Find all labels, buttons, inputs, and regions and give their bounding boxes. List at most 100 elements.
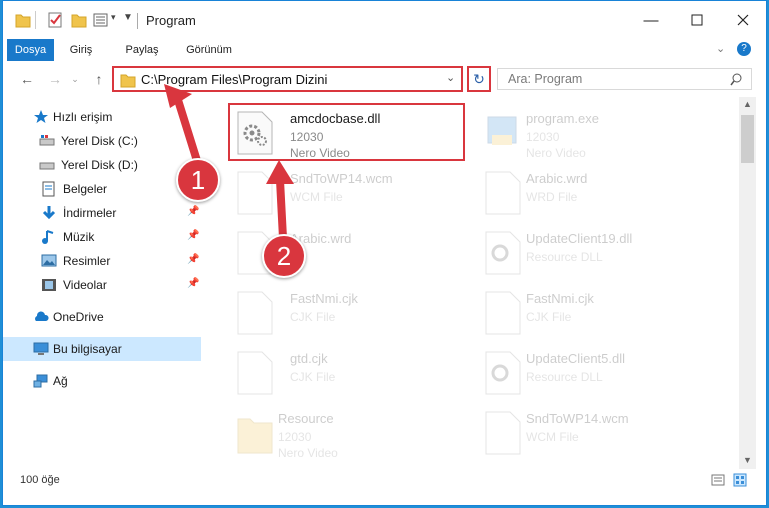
sidebar-item-local-disk-d[interactable]: Yerel Disk (D:): [3, 153, 201, 177]
pin-icon[interactable]: 📌: [187, 278, 199, 289]
scroll-thumb[interactable]: [741, 115, 754, 163]
tab-share[interactable]: Paylaş: [118, 39, 166, 61]
search-icon: [730, 73, 742, 86]
file-item-fastnmi-cjk[interactable]: FastNmi.cjk CJK File: [228, 283, 463, 343]
file-item-fastnmi-cjk-2[interactable]: FastNmi.cjk CJK File: [476, 283, 711, 343]
sidebar-item-label: OneDrive: [53, 310, 104, 324]
pin-icon[interactable]: 📌: [187, 254, 199, 265]
vertical-scrollbar[interactable]: ▲ ▼: [739, 97, 756, 469]
close-icon: [737, 14, 749, 26]
sidebar-item-quick-access[interactable]: Hızlı erişim: [3, 105, 201, 129]
details-view-icon[interactable]: [711, 473, 725, 487]
item-count: 100 öğe: [20, 474, 60, 486]
star-icon: [34, 110, 48, 123]
navigation-bar: ← → ⌄ ↑ C:\Program Files\Program Dizini …: [3, 63, 766, 95]
file-item-sndtowp14[interactable]: SndToWP14.wcm WCM File: [228, 163, 463, 223]
file-name: program.exe: [526, 111, 599, 126]
network-icon: [33, 374, 48, 388]
dll-gear-icon: [485, 231, 521, 275]
explorer-window: ▾ ▼ Program — Dosya Giriş Paylaş Görünüm…: [2, 0, 767, 506]
sidebar-item-onedrive[interactable]: OneDrive: [3, 305, 201, 329]
pictures-icon: [41, 254, 57, 267]
view-options-icon[interactable]: [93, 11, 109, 29]
large-icons-view-icon[interactable]: [733, 473, 747, 487]
file-item-resource-folder[interactable]: Resource 12030 Nero Video: [228, 403, 463, 459]
folder-icon: [120, 74, 136, 88]
file-icon: [237, 351, 273, 395]
help-icon[interactable]: ?: [737, 42, 751, 56]
music-icon: [42, 230, 54, 244]
search-input[interactable]: Ara: Program: [497, 68, 752, 90]
minimize-button[interactable]: —: [628, 1, 674, 39]
new-folder-icon[interactable]: [71, 11, 87, 29]
arrow-right-icon: →: [48, 71, 62, 87]
sidebar-item-pictures[interactable]: Resimler 📌: [3, 249, 201, 273]
tab-file[interactable]: Dosya: [7, 39, 54, 61]
computer-icon: [33, 342, 49, 355]
file-item-gtd-cjk[interactable]: gtd.cjk CJK File: [228, 343, 463, 403]
address-dropdown-icon[interactable]: ⌄: [446, 71, 455, 84]
sidebar-item-label: Bu bilgisayar: [53, 342, 122, 356]
step-1-badge: 1: [176, 158, 220, 202]
sidebar-item-label: Ağ: [53, 374, 68, 388]
file-detail: Nero Video: [278, 446, 338, 459]
address-bar[interactable]: C:\Program Files\Program Dizini ⌄: [112, 66, 463, 92]
sidebar-item-label: İndirmeler: [63, 206, 117, 220]
file-detail: WRD File: [526, 190, 578, 204]
scroll-down-icon[interactable]: ▼: [743, 455, 752, 465]
properties-icon[interactable]: [47, 11, 63, 29]
sidebar-item-network[interactable]: Ağ: [3, 369, 201, 393]
file-item-program-exe[interactable]: program.exe 12030 Nero Video: [476, 103, 711, 163]
file-name: SndToWP14.wcm: [526, 411, 629, 426]
recent-locations-button[interactable]: ⌄: [65, 69, 85, 89]
sidebar-item-videos[interactable]: Videolar 📌: [3, 273, 201, 297]
sidebar-item-label: Resimler: [63, 254, 111, 268]
sidebar-item-documents[interactable]: Belgeler: [3, 177, 201, 201]
file-icon: [485, 411, 521, 455]
sidebar-item-this-pc[interactable]: Bu bilgisayar: [3, 337, 201, 361]
videos-icon: [42, 279, 56, 291]
tab-view[interactable]: Görünüm: [180, 39, 238, 61]
file-detail: CJK File: [290, 370, 336, 384]
sidebar-item-local-disk-c[interactable]: Yerel Disk (C:): [3, 129, 201, 153]
file-detail: CJK File: [526, 310, 572, 324]
refresh-button[interactable]: ↻: [467, 66, 491, 92]
file-item-updateclient5[interactable]: UpdateClient5.dll Resource DLL: [476, 343, 711, 403]
expand-ribbon-icon[interactable]: ⌄: [716, 42, 725, 55]
pin-icon[interactable]: 📌: [187, 230, 199, 241]
file-item-updateclient19[interactable]: UpdateClient19.dll Resource DLL: [476, 223, 711, 283]
tab-home[interactable]: Giriş: [64, 39, 98, 61]
customize-toolbar-icon[interactable]: ▼: [123, 12, 133, 23]
download-icon: [42, 206, 56, 220]
back-button[interactable]: ←: [17, 69, 37, 89]
folder-icon: [237, 418, 273, 454]
file-name: Arabic.wrd: [526, 171, 588, 186]
file-name: FastNmi.cjk: [526, 291, 594, 306]
documents-icon: [42, 181, 55, 197]
maximize-button[interactable]: [674, 1, 720, 39]
sidebar-item-label: Müzik: [63, 230, 95, 244]
scroll-up-icon[interactable]: ▲: [743, 99, 752, 109]
file-detail: CJK File: [290, 310, 336, 324]
search-placeholder: Ara: Program: [508, 72, 583, 86]
file-detail: Nero Video: [526, 146, 586, 160]
sidebar-item-downloads[interactable]: İndirmeler 📌: [3, 201, 201, 225]
file-name: gtd.cjk: [290, 351, 328, 366]
sidebar-item-music[interactable]: Müzik 📌: [3, 225, 201, 249]
up-button[interactable]: ↑: [89, 69, 109, 89]
file-item-sndtowp14-2[interactable]: SndToWP14.wcm WCM File: [476, 403, 711, 459]
sidebar-item-label: Hızlı erişim: [53, 110, 113, 124]
file-name: UpdateClient5.dll: [526, 351, 626, 366]
qa-dropdown-icon[interactable]: ▾: [111, 12, 116, 23]
file-name: UpdateClient19.dll: [526, 231, 633, 246]
file-icon: [237, 171, 273, 215]
chevron-down-icon: ⌄: [71, 73, 79, 84]
sidebar-item-label: Belgeler: [63, 182, 108, 196]
forward-button[interactable]: →: [45, 69, 65, 89]
title-separator: [137, 13, 138, 29]
file-item-arabic-wrd[interactable]: Arabic.wrd WRD File: [476, 163, 711, 223]
close-button[interactable]: [720, 1, 766, 39]
pin-icon[interactable]: 📌: [187, 206, 199, 217]
arrow-up-icon: ↑: [95, 71, 103, 87]
file-detail: WCM File: [290, 190, 343, 204]
